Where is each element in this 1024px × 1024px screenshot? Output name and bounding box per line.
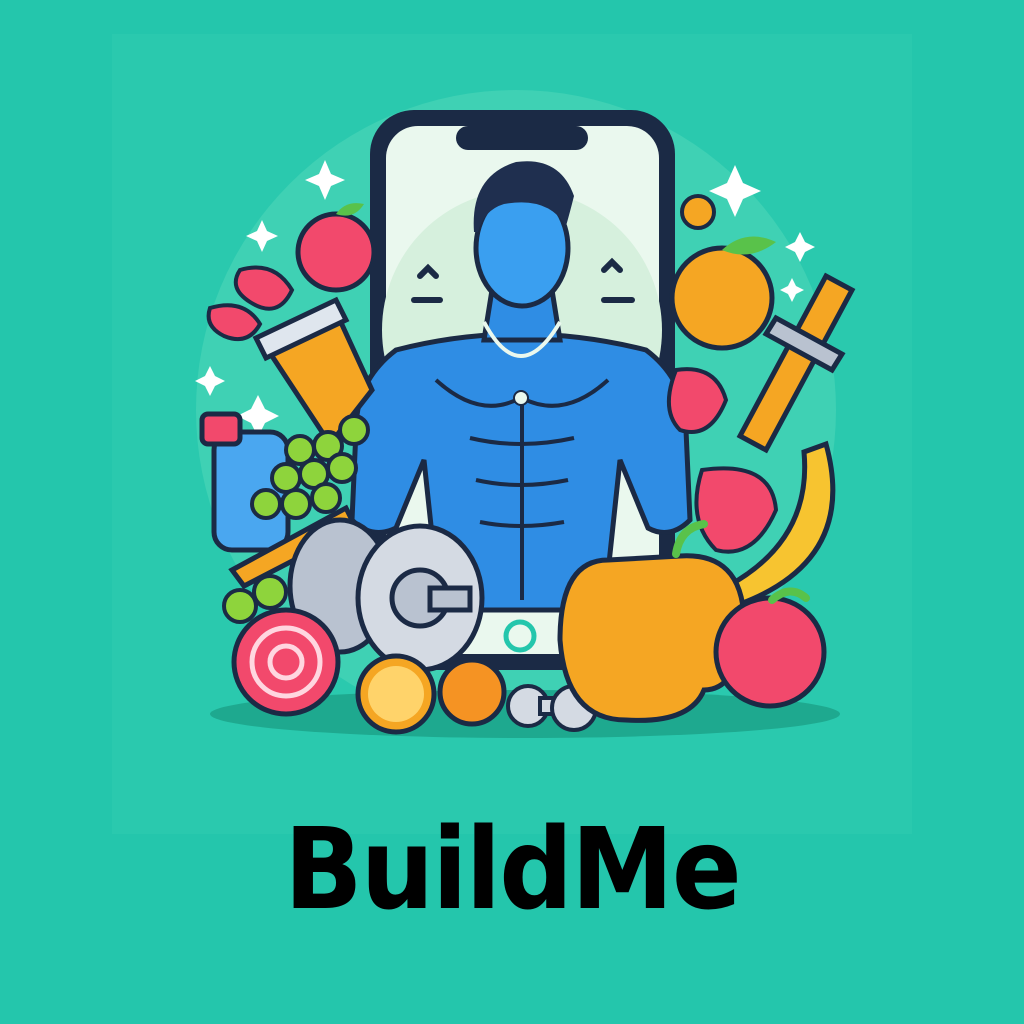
beet-icon bbox=[231, 607, 341, 717]
orange-slice-icon bbox=[355, 653, 437, 735]
brand-name: BuildMe bbox=[284, 805, 742, 935]
logo-canvas: BuildMe bbox=[0, 0, 1024, 1024]
orange-icon bbox=[437, 657, 507, 727]
